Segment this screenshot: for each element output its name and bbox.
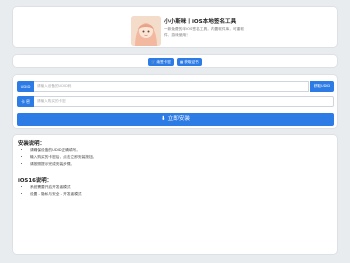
list-item: 设置 - 隐私与安全 - 开发者模式 xyxy=(30,191,82,198)
app-header: 小小斯咪丨iOS本地签名工具 一款免费的半iOS签名工具，内置软件库，可重软件、… xyxy=(12,6,338,48)
renew-key-label: 续签卡密 xyxy=(156,60,171,64)
get-udid-button[interactable]: 获取UDID xyxy=(310,81,334,92)
install-button[interactable]: ⬇ 立即安装 xyxy=(17,113,334,126)
get-cert-label: 获取证书 xyxy=(184,60,199,64)
certificate-icon: ▦ xyxy=(180,60,184,64)
ios16-instructions-title: iOS16说明： xyxy=(18,178,52,184)
install-label: 立即安装 xyxy=(167,116,191,122)
app-avatar xyxy=(131,16,161,46)
udid-input[interactable]: 请输入设备的UDID码 xyxy=(34,81,309,92)
app-description: 一款免费的半iOS签名工具，内置软件库，可重软件、游戏使用！ xyxy=(164,27,245,37)
instructions-panel: 安装说明： 请确保设备的UDID正确填写。 输入购买的卡密后，点击立即安装按钮。… xyxy=(12,134,338,255)
renew-key-button[interactable]: 🛒续签卡密 xyxy=(148,58,174,66)
key-prefix: 卡 密 xyxy=(17,96,34,107)
list-item: 输入购买的卡密后，点击立即安装按钮。 xyxy=(30,154,96,161)
get-cert-button[interactable]: ▦获取证书 xyxy=(177,58,202,66)
action-bar: 🛒续签卡密 ▦获取证书 xyxy=(12,54,338,68)
app-title: 小小斯咪丨iOS本地签名工具 xyxy=(164,19,237,25)
key-row: 卡 密 请输入购买的卡密 xyxy=(17,96,334,107)
install-instructions-title: 安装说明： xyxy=(18,141,45,147)
install-form: UDID 请输入设备的UDID码 获取UDID 卡 密 请输入购买的卡密 ⬇ 立即… xyxy=(12,74,338,129)
udid-row: UDID 请输入设备的UDID码 获取UDID xyxy=(17,81,334,92)
list-item: 请按照提示完成安装步骤。 xyxy=(30,161,96,168)
list-item: 请确保设备的UDID正确填写。 xyxy=(30,147,96,154)
ios16-instructions-list: 系统需要开启开发者模式 设置 - 隐私与安全 - 开发者模式 xyxy=(30,184,82,198)
udid-prefix: UDID xyxy=(17,81,34,92)
list-item: 系统需要开启开发者模式 xyxy=(30,184,82,191)
install-instructions-list: 请确保设备的UDID正确填写。 输入购买的卡密后，点击立即安装按钮。 请按照提示… xyxy=(30,147,96,169)
key-input[interactable]: 请输入购买的卡密 xyxy=(34,96,334,107)
avatar-image xyxy=(131,16,161,46)
download-icon: ⬇ xyxy=(160,116,166,122)
cart-icon: 🛒 xyxy=(151,60,156,64)
